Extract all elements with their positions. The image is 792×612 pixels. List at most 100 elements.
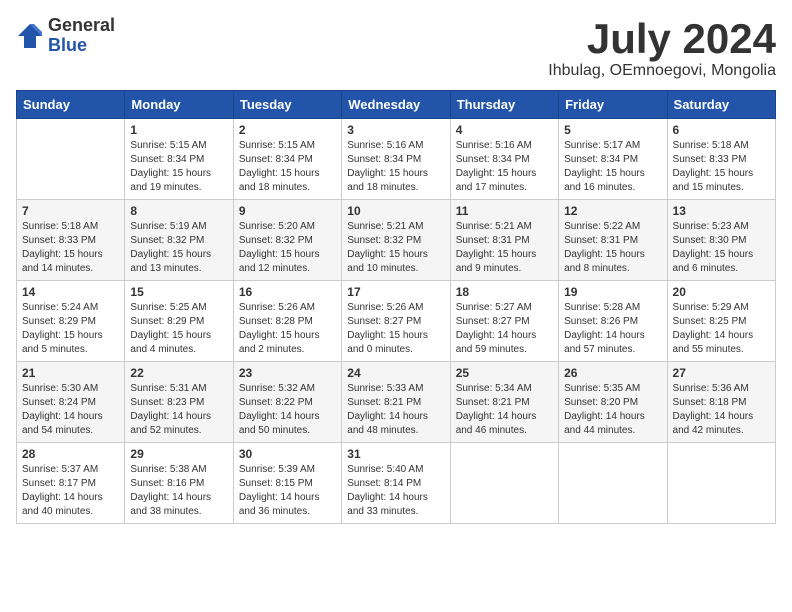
- day-info-line: and 42 minutes.: [673, 425, 744, 436]
- day-info-line: Sunset: 8:34 PM: [239, 154, 313, 165]
- day-info-line: and 50 minutes.: [239, 425, 310, 436]
- calendar-day-cell: 20Sunrise: 5:29 AMSunset: 8:25 PMDayligh…: [667, 281, 775, 362]
- day-info-line: Sunrise: 5:20 AM: [239, 221, 315, 232]
- day-info: Sunrise: 5:16 AMSunset: 8:34 PMDaylight:…: [456, 139, 553, 195]
- day-info: Sunrise: 5:24 AMSunset: 8:29 PMDaylight:…: [22, 301, 119, 357]
- day-info-line: Daylight: 15 hours: [130, 249, 211, 260]
- day-info-line: and 8 minutes.: [564, 263, 630, 274]
- day-info: Sunrise: 5:15 AM Sunset: 8:34 PM Daylight:…: [239, 139, 336, 195]
- day-info-line: Daylight: 14 hours: [564, 330, 645, 341]
- day-info-line: Sunset: 8:14 PM: [347, 478, 421, 489]
- day-number: 14: [22, 285, 119, 299]
- weekday-header: Monday: [125, 91, 233, 119]
- day-info: Sunrise: 5:35 AMSunset: 8:20 PMDaylight:…: [564, 382, 661, 438]
- day-info-line: and 16 minutes.: [564, 182, 635, 193]
- day-number: 31: [347, 447, 444, 461]
- day-info-line: Sunrise: 5:26 AM: [347, 302, 423, 313]
- day-info-line: and 18 minutes.: [239, 182, 310, 193]
- day-info: Sunrise: 5:22 AMSunset: 8:31 PMDaylight:…: [564, 220, 661, 276]
- day-info-line: Sunrise: 5:17 AM: [564, 140, 640, 151]
- day-info-line: and 36 minutes.: [239, 506, 310, 517]
- day-info-line: Sunrise: 5:19 AM: [130, 221, 206, 232]
- day-number: 26: [564, 366, 661, 380]
- calendar-day-cell: 23 Sunrise: 5:32 AMSunset: 8:22 PMDayligh…: [233, 362, 341, 443]
- day-info-line: Sunset: 8:18 PM: [673, 397, 747, 408]
- day-info-line: Sunset: 8:26 PM: [564, 316, 638, 327]
- day-number: 29: [130, 447, 227, 461]
- day-number: 23: [239, 366, 336, 380]
- calendar-day-cell: 7Sunrise: 5:18 AMSunset: 8:33 PMDaylight…: [17, 200, 125, 281]
- day-info-line: Daylight: 14 hours: [564, 411, 645, 422]
- day-info: Sunrise: 5:29 AMSunset: 8:25 PMDaylight:…: [673, 301, 770, 357]
- day-info-line: and 17 minutes.: [456, 182, 527, 193]
- day-info-line: Sunrise: 5:15 AM: [239, 140, 315, 151]
- day-number: 4: [456, 123, 553, 137]
- day-info-line: Sunset: 8:34 PM: [456, 154, 530, 165]
- day-info-line: Sunset: 8:16 PM: [130, 478, 204, 489]
- day-info-line: Daylight: 15 hours: [347, 249, 428, 260]
- day-info-line: Daylight: 15 hours: [239, 168, 320, 179]
- day-info-line: Sunrise: 5:34 AM: [456, 383, 532, 394]
- day-info: Sunrise: 5:32 AMSunset: 8:22 PMDaylight:…: [239, 382, 336, 438]
- day-info-line: and 6 minutes.: [673, 263, 739, 274]
- day-info: Sunrise: 5:26 AMSunset: 8:28 PMDaylight:…: [239, 301, 336, 357]
- day-info: Sunrise: 5:16 AMSunset: 8:34 PMDaylight:…: [347, 139, 444, 195]
- day-info: Sunrise: 5:25 AMSunset: 8:29 PMDaylight:…: [130, 301, 227, 357]
- day-info-line: Sunset: 8:33 PM: [673, 154, 747, 165]
- day-info-line: Daylight: 15 hours: [673, 168, 754, 179]
- day-info-line: Daylight: 14 hours: [347, 411, 428, 422]
- day-info-line: Sunrise: 5:26 AM: [239, 302, 315, 313]
- calendar-week-row: 7Sunrise: 5:18 AMSunset: 8:33 PMDaylight…: [17, 200, 776, 281]
- day-info-line: Sunrise: 5:29 AM: [673, 302, 749, 313]
- logo-blue: Blue: [48, 36, 115, 56]
- calendar-day-cell: 13Sunrise: 5:23 AMSunset: 8:30 PMDayligh…: [667, 200, 775, 281]
- weekday-header: Sunday: [17, 91, 125, 119]
- day-number: 19: [564, 285, 661, 299]
- day-number: 10: [347, 204, 444, 218]
- day-info-line: and 48 minutes.: [347, 425, 418, 436]
- calendar-day-cell: 5Sunrise: 5:17 AMSunset: 8:34 PMDaylight…: [559, 119, 667, 200]
- day-info: Sunrise: 5:34 AMSunset: 8:21 PMDaylight:…: [456, 382, 553, 438]
- day-number: 28: [22, 447, 119, 461]
- calendar-day-cell: 1Sunrise: 5:15 AMSunset: 8:34 PMDaylight…: [125, 119, 233, 200]
- day-info-line: Daylight: 15 hours: [130, 168, 211, 179]
- day-info-line: and 13 minutes.: [130, 263, 201, 274]
- day-info: Sunrise: 5:23 AMSunset: 8:30 PMDaylight:…: [673, 220, 770, 276]
- day-info-line: Sunset: 8:23 PM: [130, 397, 204, 408]
- calendar-day-cell: 16Sunrise: 5:26 AMSunset: 8:28 PMDayligh…: [233, 281, 341, 362]
- calendar-week-row: 1Sunrise: 5:15 AMSunset: 8:34 PMDaylight…: [17, 119, 776, 200]
- day-info: Sunrise: 5:21 AMSunset: 8:32 PMDaylight:…: [347, 220, 444, 276]
- day-info: Sunrise: 5:26 AMSunset: 8:27 PMDaylight:…: [347, 301, 444, 357]
- day-info: Sunrise: 5:37 AMSunset: 8:17 PMDaylight:…: [22, 463, 119, 519]
- day-info-line: and 55 minutes.: [673, 344, 744, 355]
- day-info-line: Sunset: 8:29 PM: [130, 316, 204, 327]
- day-info-line: Sunset: 8:28 PM: [239, 316, 313, 327]
- day-info-line: and 4 minutes.: [130, 344, 196, 355]
- day-info-line: Sunset: 8:34 PM: [130, 154, 204, 165]
- location-title: Ihbulag, OEmnoegovi, Mongolia: [548, 62, 776, 80]
- day-info-line: Sunrise: 5:21 AM: [456, 221, 532, 232]
- day-info-line: Sunset: 8:32 PM: [130, 235, 204, 246]
- day-info-line: Sunrise: 5:39 AM: [239, 464, 315, 475]
- day-info-line: Sunrise: 5:38 AM: [130, 464, 206, 475]
- day-info-line: and 2 minutes.: [239, 344, 305, 355]
- day-info-line: and 5 minutes.: [22, 344, 88, 355]
- day-info-line: Daylight: 14 hours: [130, 492, 211, 503]
- day-info: Sunrise: 5:17 AMSunset: 8:34 PMDaylight:…: [564, 139, 661, 195]
- day-info: Sunrise: 5:33 AMSunset: 8:21 PMDaylight:…: [347, 382, 444, 438]
- calendar-day-cell: 12Sunrise: 5:22 AMSunset: 8:31 PMDayligh…: [559, 200, 667, 281]
- day-number: 3: [347, 123, 444, 137]
- day-info-line: Sunrise: 5:16 AM: [347, 140, 423, 151]
- day-info-line: Sunset: 8:20 PM: [564, 397, 638, 408]
- day-info-line: Daylight: 14 hours: [456, 330, 537, 341]
- day-info-line: Sunrise: 5:21 AM: [347, 221, 423, 232]
- month-title: July 2024: [548, 16, 776, 62]
- calendar-day-cell: 24 Sunrise: 5:33 AMSunset: 8:21 PMDayligh…: [342, 362, 450, 443]
- day-info-line: Sunrise: 5:32 AM: [239, 383, 315, 394]
- day-info: Sunrise: 5:31 AMSunset: 8:23 PMDaylight:…: [130, 382, 227, 438]
- day-info-line: and 10 minutes.: [347, 263, 418, 274]
- day-number: 18: [456, 285, 553, 299]
- day-number: 24: [347, 366, 444, 380]
- day-info-line: and 54 minutes.: [22, 425, 93, 436]
- day-number: 2: [239, 123, 336, 137]
